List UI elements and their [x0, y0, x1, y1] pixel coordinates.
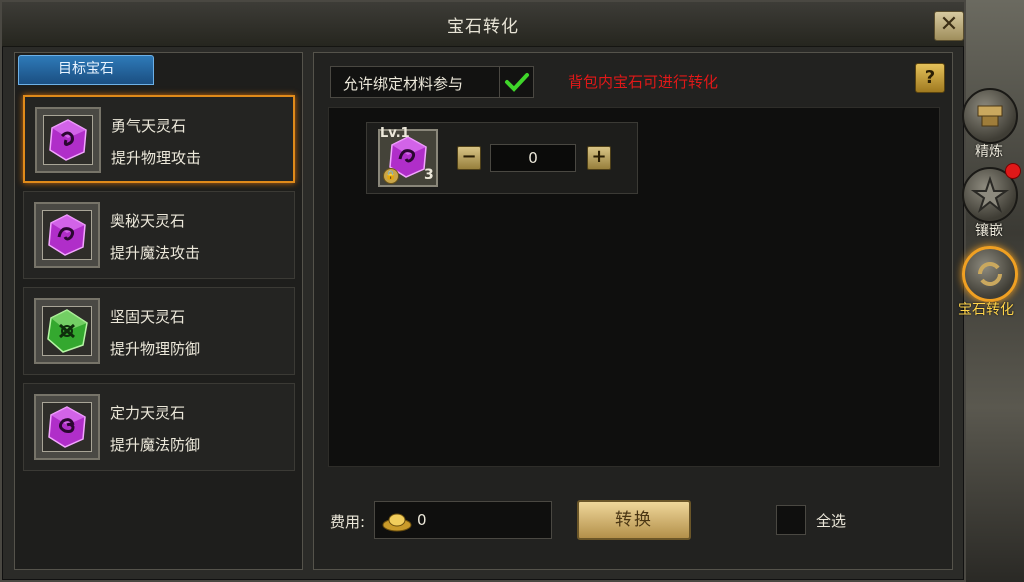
- select-all-checkbox[interactable]: [776, 505, 806, 535]
- title-bar: 宝石转化 ✕: [2, 2, 964, 47]
- side-tab-inlay-label: 镶嵌: [975, 223, 1003, 239]
- lock-icon: 🔒: [383, 168, 399, 184]
- fee-value: 0: [417, 511, 427, 529]
- gem-icon-frame: [34, 202, 100, 268]
- select-all-label: 全选: [816, 512, 847, 530]
- gem-desc: 提升魔法攻击: [110, 244, 201, 262]
- gem-list-item[interactable]: 奥秘天灵石 提升魔法攻击: [23, 191, 295, 279]
- allow-bound-checkbox[interactable]: [499, 67, 534, 97]
- check-icon: [505, 73, 529, 92]
- increase-button[interactable]: +: [587, 146, 611, 170]
- gem-name: 勇气天灵石: [111, 117, 187, 135]
- gem-list-item[interactable]: 勇气天灵石 提升物理攻击: [23, 95, 295, 183]
- material-level: Lv.1: [380, 126, 410, 141]
- side-tab-gem-conversion[interactable]: [962, 246, 1018, 302]
- cycle-icon: [978, 262, 1002, 286]
- gem-icon-frame: [34, 394, 100, 460]
- gem-desc: 提升物理攻击: [111, 149, 202, 167]
- tab-target-gem[interactable]: 目标宝石: [18, 55, 154, 85]
- anvil-icon: [977, 105, 1003, 127]
- gem-list-item[interactable]: 定力天灵石 提升魔法防御: [23, 383, 295, 471]
- close-button[interactable]: ✕: [934, 11, 964, 41]
- gold-ingot-icon: [382, 513, 412, 532]
- fee-box: 0: [374, 501, 552, 539]
- material-count: 3: [424, 167, 434, 183]
- side-tab-gem-conversion-label: 宝石转化: [958, 302, 1014, 318]
- notification-badge: [1005, 163, 1021, 179]
- help-button[interactable]: ?: [915, 63, 945, 93]
- gem-desc: 提升魔法防御: [110, 436, 201, 454]
- decrease-button[interactable]: −: [457, 146, 481, 170]
- purple-gem-icon: [49, 119, 87, 161]
- purple-gem-icon: [48, 406, 86, 448]
- gem-name: 奥秘天灵石: [110, 212, 186, 230]
- purple-gem-icon: [48, 214, 86, 256]
- fee-label: 费用:: [330, 513, 366, 531]
- gem-desc: 提升物理防御: [110, 340, 201, 358]
- quantity-input[interactable]: 0: [490, 144, 576, 172]
- green-gem-icon: [47, 309, 88, 353]
- gem-name: 定力天灵石: [110, 404, 186, 422]
- side-tab-refine[interactable]: [962, 88, 1018, 144]
- window-title: 宝石转化: [447, 17, 519, 37]
- gem-list-item[interactable]: 坚固天灵石 提升物理防御: [23, 287, 295, 375]
- allow-bound-toggle[interactable]: 允许绑定材料参与: [330, 66, 534, 98]
- gem-icon-frame: [35, 107, 101, 173]
- gem-icon-frame: [34, 298, 100, 364]
- allow-bound-label: 允许绑定材料参与: [343, 75, 464, 93]
- convert-button[interactable]: 转换: [577, 500, 691, 540]
- side-tab-refine-label: 精炼: [975, 144, 1003, 160]
- hint-text: 背包内宝石可进行转化: [568, 73, 719, 91]
- gem-name: 坚固天灵石: [110, 308, 186, 326]
